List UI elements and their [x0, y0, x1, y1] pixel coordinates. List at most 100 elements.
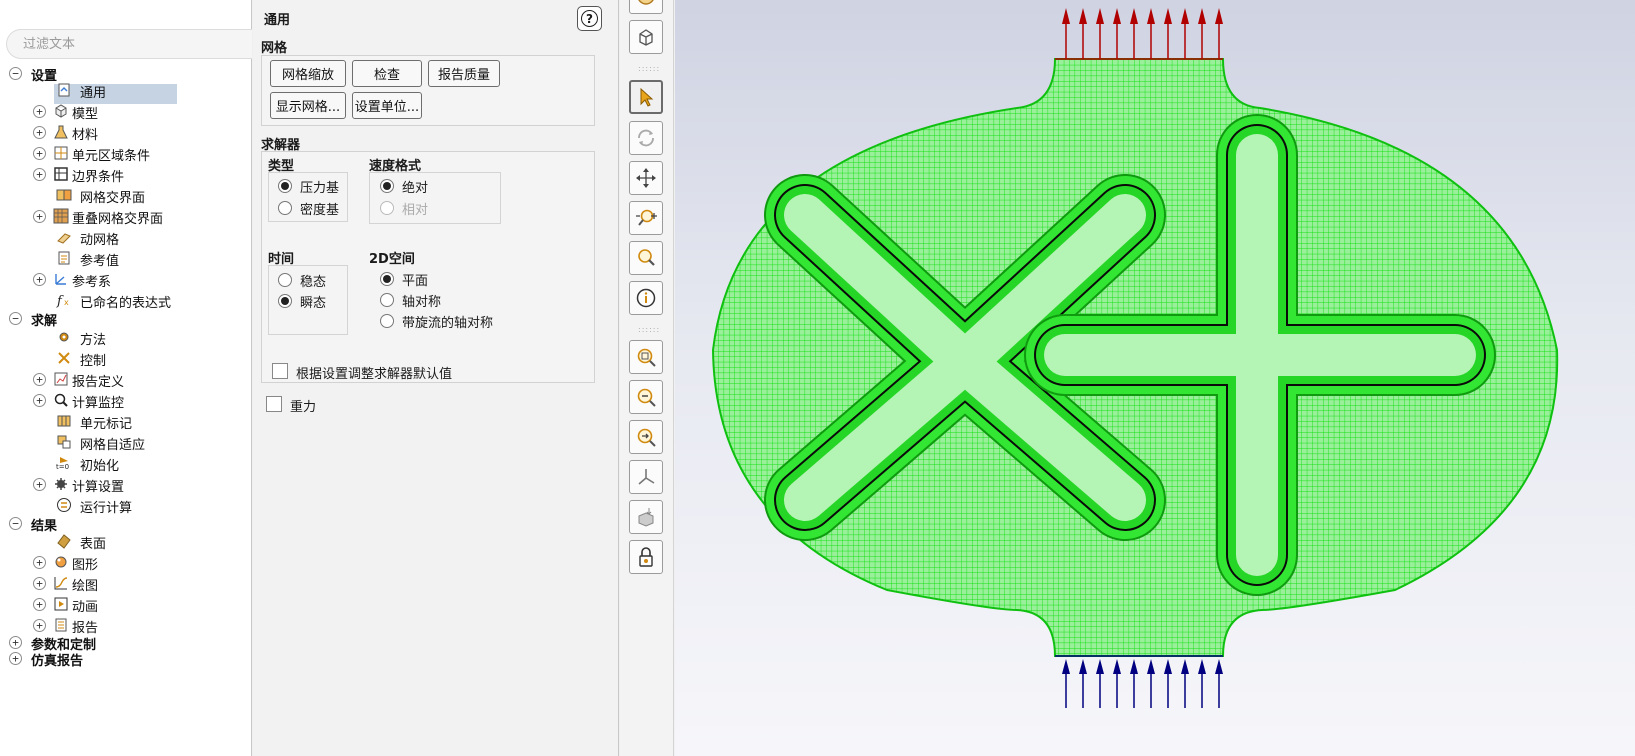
fluent-app: −设置通用+模型+材料+单元区域条件+边界条件网格交界面+重叠网格交界面动网格参… [0, 0, 1635, 756]
mesh-scale-button[interactable]: 网格缩放 [270, 60, 346, 87]
expand-toggle[interactable]: + [33, 619, 46, 632]
tree-node-label: 边界条件 [72, 170, 125, 185]
tree-node-graphics[interactable]: + 图形 [0, 552, 250, 573]
tree-node-label: 参考系 [72, 275, 112, 290]
tree-node-solution[interactable]: − 求解 [0, 308, 250, 329]
pressure-based-radio[interactable]: 压力基 [278, 176, 339, 196]
axisymmetric-radio[interactable]: 轴对称 [380, 290, 441, 310]
expand-toggle[interactable]: + [33, 105, 46, 118]
tree-node-materials[interactable]: + 材料 [0, 122, 250, 143]
tree-node-animations[interactable]: + 动画 [0, 594, 250, 615]
tree-node-label: 材料 [72, 128, 99, 143]
zoom-box-button[interactable] [629, 340, 663, 374]
filter-text-input[interactable] [6, 29, 252, 59]
panel-title: 通用 [264, 13, 291, 28]
initialization-icon: t=0 [55, 454, 73, 472]
expand-toggle[interactable]: + [33, 147, 46, 160]
inlet-arrows [1055, 655, 1223, 708]
expand-toggle[interactable]: + [33, 577, 46, 590]
info-button[interactable] [629, 281, 663, 315]
expand-toggle[interactable]: + [33, 394, 46, 407]
expand-toggle[interactable]: + [33, 373, 46, 386]
tree-node-adaption[interactable]: 网格自适应 [0, 432, 250, 453]
svg-text:x: x [64, 298, 69, 307]
expand-toggle[interactable]: + [33, 556, 46, 569]
tree-node-methods[interactable]: 方法 [0, 327, 250, 348]
expand-collapse-toggle[interactable]: − [9, 517, 22, 530]
zoom-box-icon [637, 348, 656, 367]
toolbar-grip: :::::: [638, 64, 661, 73]
expand-toggle[interactable]: + [33, 210, 46, 223]
axes-button[interactable] [629, 460, 663, 494]
tree-node-controls[interactable]: 控制 [0, 348, 250, 369]
tree-node-reference-values[interactable]: 参考值 [0, 248, 250, 269]
expand-toggle[interactable]: + [33, 273, 46, 286]
mesh-section-label: 网格 [261, 41, 288, 56]
zoom-out-button[interactable] [629, 380, 663, 414]
axisymmetric-swirl-radio[interactable]: 带旋流的轴对称 [380, 311, 493, 331]
view-cube-button[interactable] [629, 500, 663, 534]
expand-collapse-toggle[interactable]: − [9, 312, 22, 325]
tree-node-label: 动画 [72, 600, 99, 615]
gravity-checkbox[interactable] [266, 396, 282, 412]
expand-collapse-toggle[interactable]: − [9, 67, 22, 80]
tree-node-models[interactable]: + 模型 [0, 101, 250, 122]
tree-node-label: 通用 [80, 86, 107, 101]
tree-node-simulation-reports[interactable]: + 仿真报告 [0, 648, 250, 669]
info-icon [636, 288, 656, 308]
fit-view-button[interactable] [629, 0, 663, 14]
display-mesh-button[interactable]: 显示网格... [270, 92, 346, 119]
adjust-defaults-checkbox[interactable] [272, 363, 288, 379]
tree-node-surfaces[interactable]: 表面 [0, 531, 250, 552]
tree-node-boundary-conditions[interactable]: + 边界条件 [0, 164, 250, 185]
tree-node-calculation-activities[interactable]: + 计算设置 [0, 474, 250, 495]
tree-node-monitors[interactable]: + 计算监控 [0, 390, 250, 411]
tree-node-reference-frames[interactable]: + 参考系 [0, 269, 250, 290]
expand-toggle[interactable]: + [33, 168, 46, 181]
help-icon: ? [581, 10, 598, 27]
tree-node-overset-interfaces[interactable]: + 重叠网格交界面 [0, 206, 250, 227]
boundary-grid-icon [52, 165, 70, 183]
tree-node-cell-zone-conditions[interactable]: + 单元区域条件 [0, 143, 250, 164]
zoom-button[interactable] [629, 201, 663, 235]
expand-toggle[interactable]: + [33, 598, 46, 611]
rotate-button[interactable] [629, 121, 663, 155]
help-button[interactable]: ? [577, 6, 602, 31]
tree-node-cell-registers[interactable]: 单元标记 [0, 411, 250, 432]
rotate-icon [638, 129, 654, 147]
absolute-radio[interactable]: 绝对 [380, 176, 428, 196]
pan-button[interactable] [629, 161, 663, 195]
check-button[interactable]: 检查 [352, 60, 422, 87]
transient-radio[interactable]: 瞬态 [278, 291, 326, 311]
expand-toggle[interactable]: + [33, 126, 46, 139]
tree-node-plots[interactable]: + 绘图 [0, 573, 250, 594]
pointer-tool-button[interactable] [629, 80, 663, 114]
probe-button[interactable] [629, 241, 663, 275]
lock-view-button[interactable] [629, 540, 663, 574]
tree-node-general[interactable]: 通用 [0, 80, 250, 101]
expand-collapse-toggle[interactable]: + [9, 652, 22, 665]
expand-toggle[interactable]: + [33, 478, 46, 491]
graphics-viewport[interactable] [675, 0, 1635, 756]
function-fx-icon: fx [55, 291, 73, 309]
calculation-gear-icon [52, 475, 70, 493]
set-units-button[interactable]: 设置单位... [352, 92, 422, 119]
zoom-out-icon [637, 388, 656, 407]
tree-node-dynamic-mesh[interactable]: 动网格 [0, 227, 250, 248]
radio-indicator [278, 294, 292, 308]
report-quality-button[interactable]: 报告质量 [428, 60, 500, 87]
fit-view-icon [638, 0, 654, 5]
tree-node-report-definitions[interactable]: + 报告定义 [0, 369, 250, 390]
tree-node-initialization[interactable]: t=0 初始化 [0, 453, 250, 474]
steady-radio[interactable]: 稳态 [278, 270, 326, 290]
svg-text:t=0: t=0 [56, 463, 69, 471]
zoom-in-button[interactable] [629, 420, 663, 454]
density-based-radio[interactable]: 密度基 [278, 198, 339, 218]
pointer-icon [640, 87, 654, 107]
planar-radio[interactable]: 平面 [380, 269, 428, 289]
tree-node-mesh-interfaces[interactable]: 网格交界面 [0, 185, 250, 206]
run-calculation-icon [55, 496, 73, 514]
isometric-icon [639, 29, 653, 46]
isometric-view-button[interactable] [629, 20, 663, 54]
model-cube-icon [52, 102, 70, 120]
